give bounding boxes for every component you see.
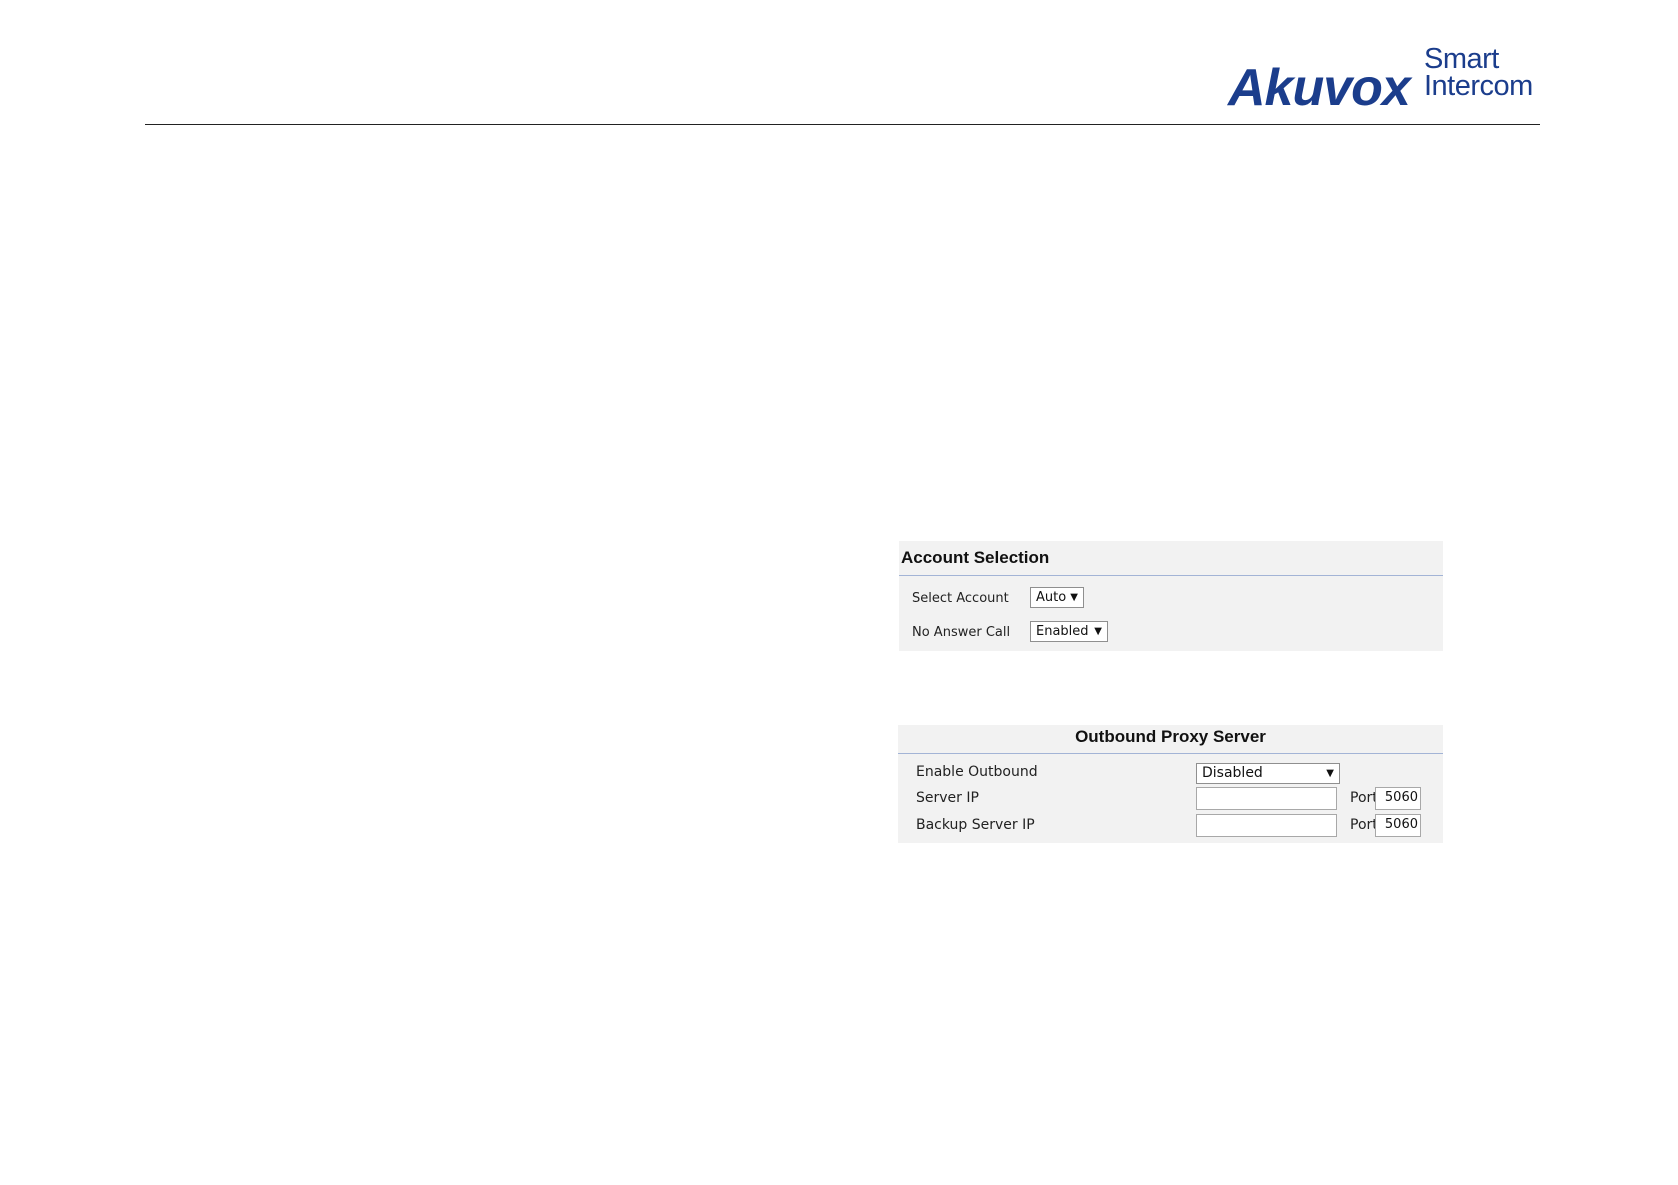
server-ip-label: Server IP: [916, 790, 979, 806]
server-ip-input[interactable]: [1196, 787, 1337, 810]
backup-port-input[interactable]: 5060: [1375, 814, 1421, 837]
server-port-input[interactable]: 5060: [1375, 787, 1421, 810]
caret-down-icon: ▼: [1094, 626, 1102, 637]
panel-title-divider: [899, 575, 1443, 576]
outbound-proxy-title: Outbound Proxy Server: [1075, 727, 1266, 746]
enable-outbound-dropdown[interactable]: Disabled ▼: [1196, 763, 1340, 784]
caret-down-icon: ▼: [1070, 592, 1078, 603]
caret-down-icon: ▼: [1326, 768, 1334, 779]
account-selection-panel: Account Selection Select Account Auto ▼ …: [899, 541, 1443, 651]
panel-title-divider: [898, 753, 1443, 754]
enable-outbound-value: Disabled: [1202, 765, 1263, 781]
no-answer-call-dropdown[interactable]: Enabled ▼: [1030, 621, 1108, 642]
server-port-label: Port: [1350, 790, 1378, 806]
select-account-label: Select Account: [912, 591, 1009, 606]
select-account-value: Auto: [1036, 590, 1067, 605]
backup-server-ip-input[interactable]: [1196, 814, 1337, 837]
no-answer-call-label: No Answer Call: [912, 625, 1011, 640]
header-divider: [145, 124, 1540, 125]
logo-tagline: Smart Intercom: [1424, 43, 1533, 102]
no-answer-call-value: Enabled: [1036, 624, 1089, 639]
select-account-dropdown[interactable]: Auto ▼: [1030, 587, 1084, 608]
outbound-proxy-panel: Outbound Proxy Server Enable Outbound Di…: [898, 725, 1443, 843]
logo-wordmark: Akuvox: [1228, 59, 1411, 117]
account-selection-title: Account Selection: [901, 548, 1050, 567]
backup-port-label: Port: [1350, 817, 1378, 833]
enable-outbound-label: Enable Outbound: [916, 764, 1038, 780]
backup-server-ip-label: Backup Server IP: [916, 817, 1035, 833]
